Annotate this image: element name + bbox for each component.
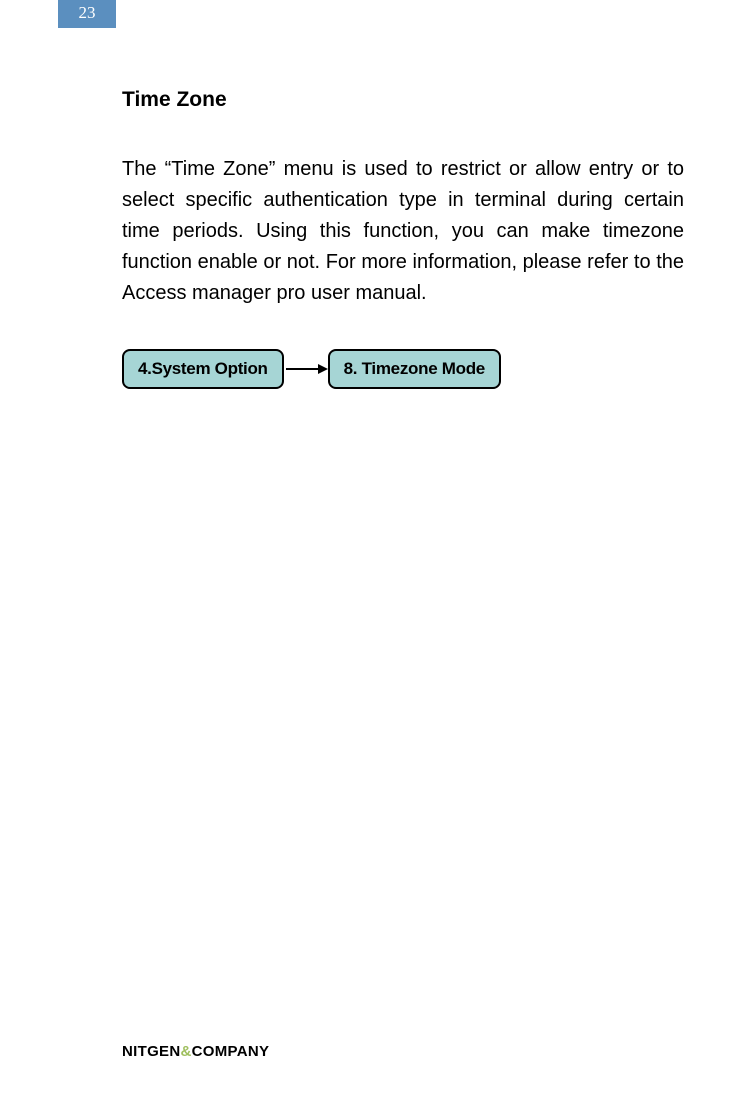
- menu-path-diagram: 4.System Option 8. Timezone Mode: [122, 349, 684, 389]
- arrow-icon: [284, 359, 328, 379]
- section-heading: Time Zone: [122, 88, 684, 112]
- footer-part1: NITGEN: [122, 1043, 180, 1060]
- footer-brand: NITGEN&COMPANY: [122, 1043, 269, 1060]
- menu-box-timezone-mode: 8. Timezone Mode: [328, 349, 501, 389]
- content-area: Time Zone The “Time Zone” menu is used t…: [122, 88, 684, 389]
- footer-ampersand: &: [180, 1043, 191, 1060]
- page-number: 23: [58, 0, 116, 28]
- footer-part2: COMPANY: [192, 1043, 270, 1060]
- menu-box-system-option: 4.System Option: [122, 349, 284, 389]
- section-paragraph: The “Time Zone” menu is used to restrict…: [122, 154, 684, 309]
